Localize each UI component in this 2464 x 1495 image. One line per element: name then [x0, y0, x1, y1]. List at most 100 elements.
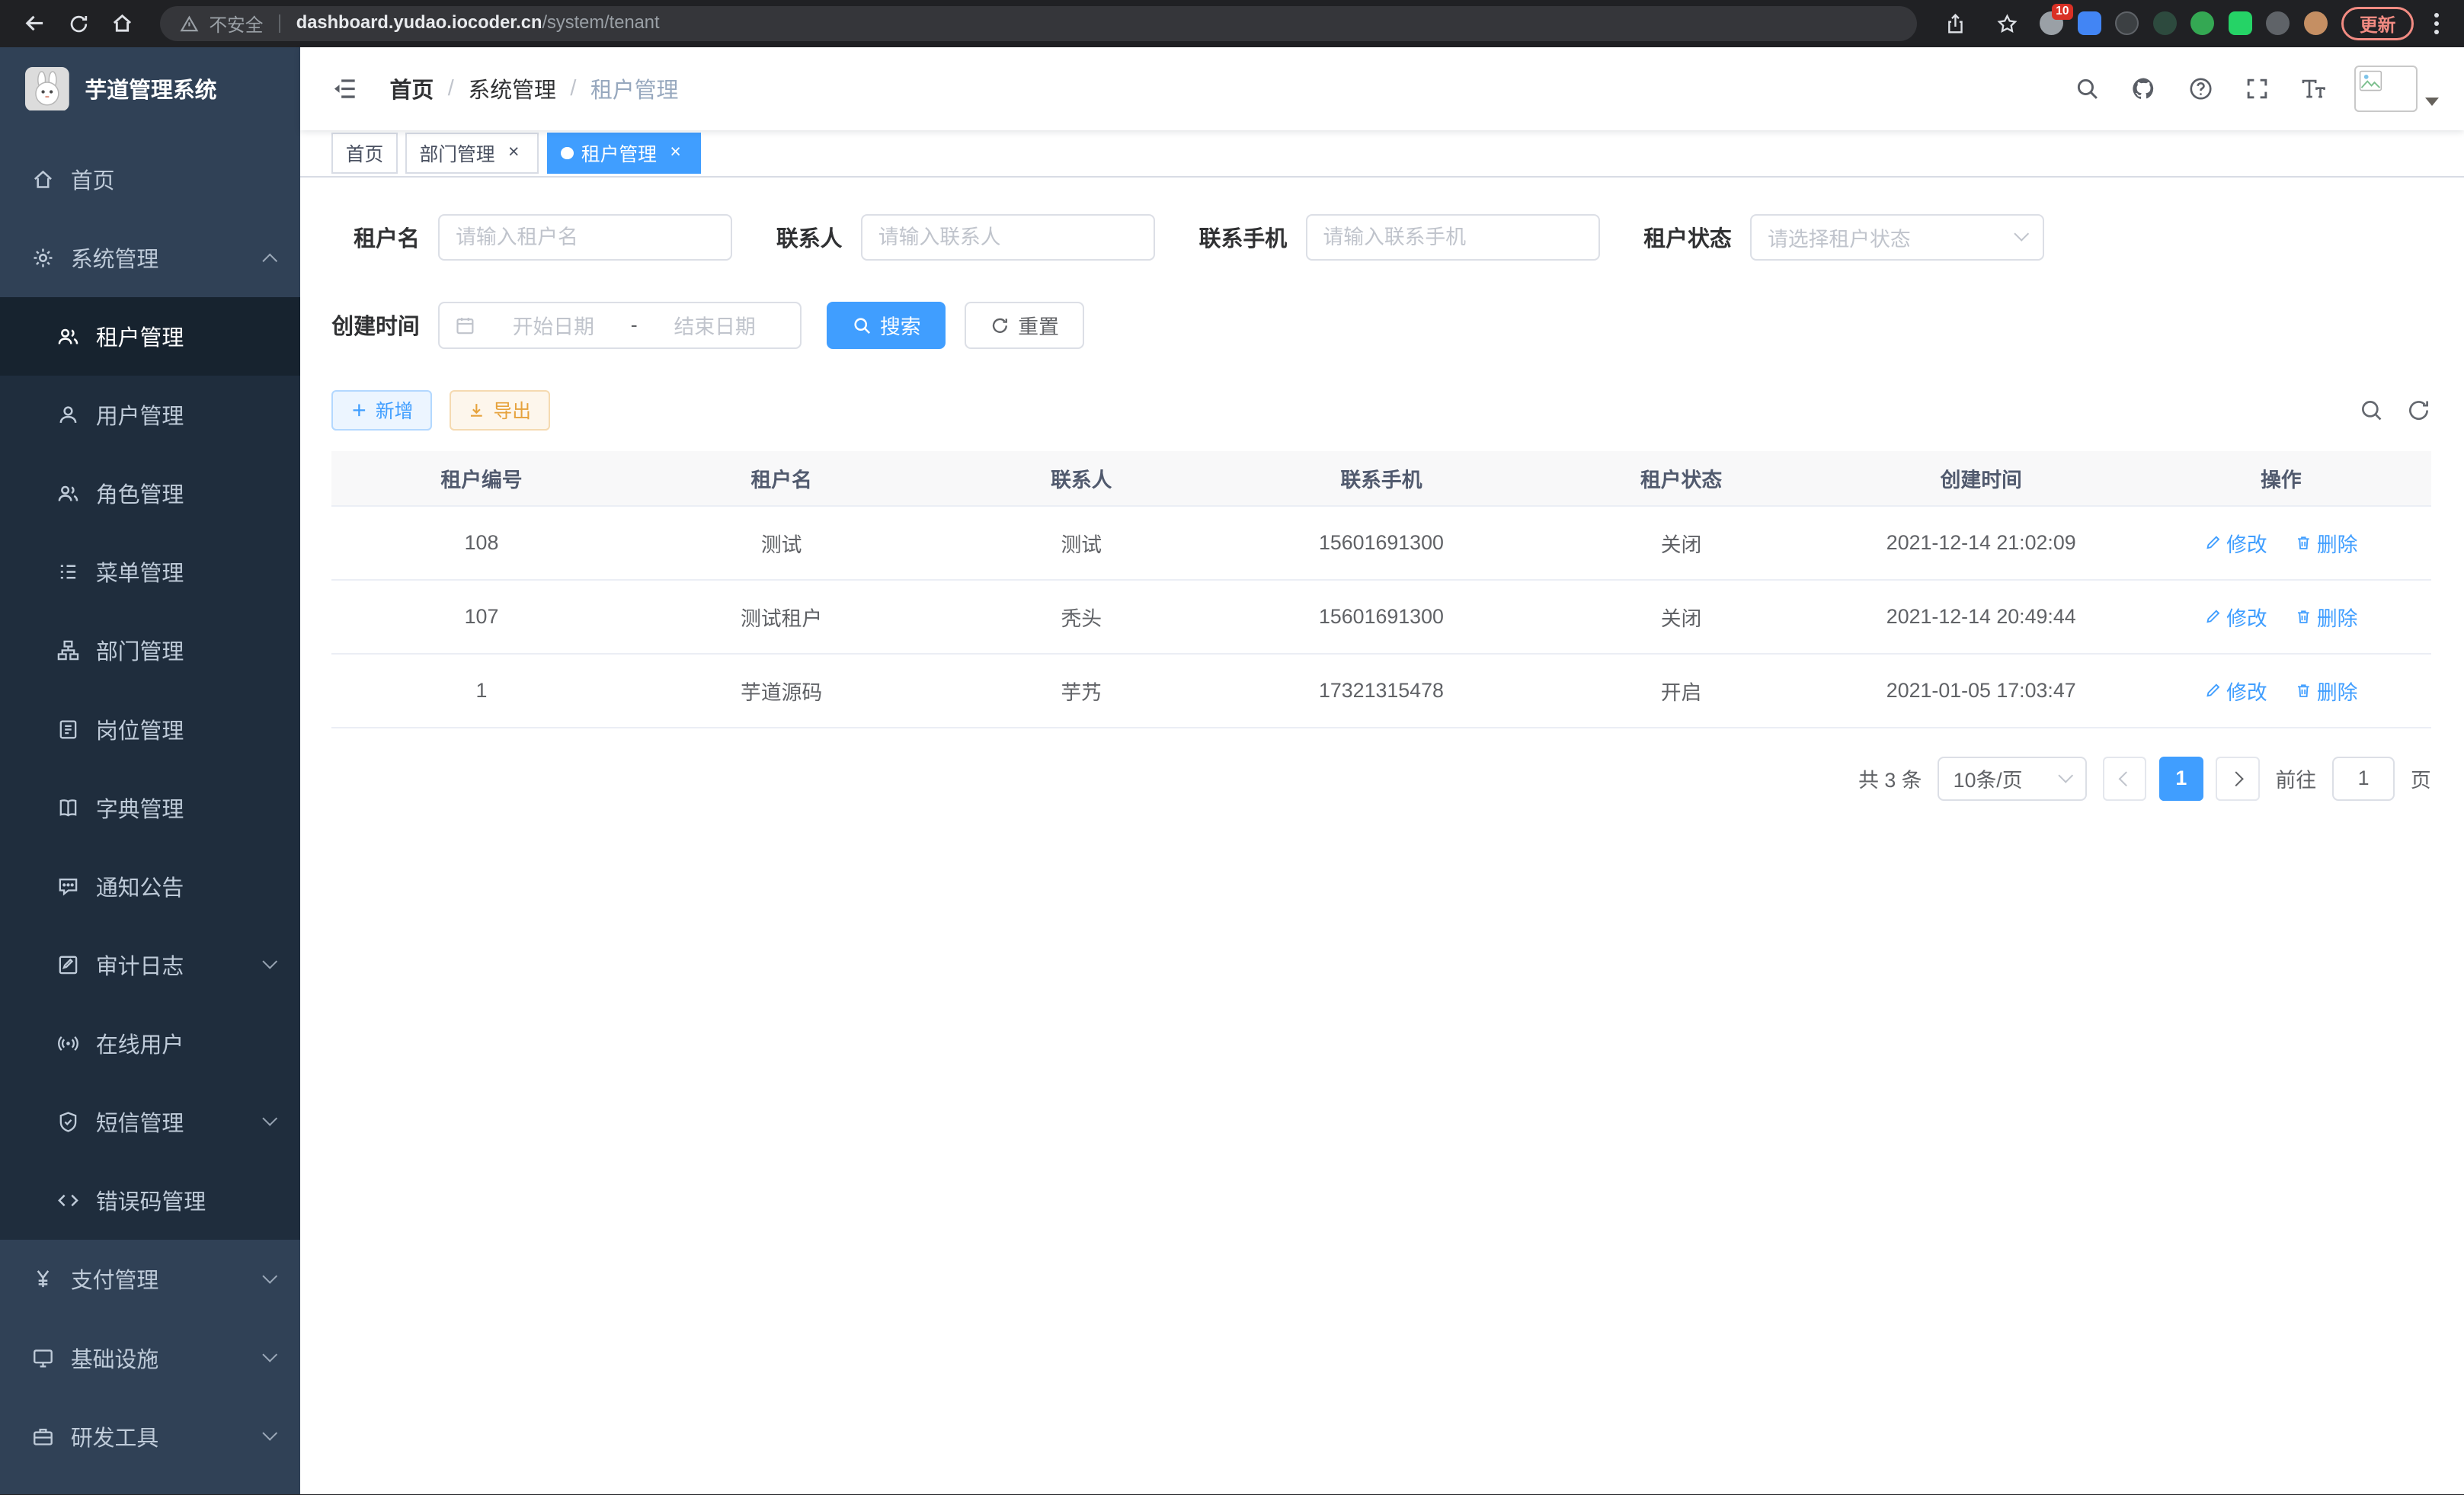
sidebar-item-dev-tools[interactable]: 研发工具: [0, 1397, 300, 1476]
chevron-down-icon: [262, 1426, 277, 1441]
sidebar-item-label: 租户管理: [96, 321, 184, 352]
extension-icon[interactable]: [2304, 11, 2328, 35]
tab-dept[interactable]: 部门管理 ×: [405, 133, 539, 174]
close-icon[interactable]: ×: [664, 142, 686, 165]
sidebar-item-menu[interactable]: 菜单管理: [0, 533, 300, 611]
edit-link[interactable]: 修改: [2204, 676, 2267, 706]
sidebar-item-home[interactable]: 首页: [0, 140, 300, 219]
app-logo[interactable]: 芋道管理系统: [0, 47, 300, 130]
date-range-picker[interactable]: 开始日期 - 结束日期: [438, 302, 801, 349]
reset-button[interactable]: 重置: [965, 302, 1084, 349]
home-icon[interactable]: [104, 5, 142, 43]
page-content: 租户名 联系人 联系手机 租户状态 请选择租户状态: [300, 178, 2464, 1494]
refresh-icon[interactable]: [59, 5, 98, 43]
sidebar-toggle-icon[interactable]: [325, 69, 365, 109]
address-bar[interactable]: 不安全 dashboard.yudao.iocoder.cn/system/te…: [160, 6, 1917, 40]
export-button[interactable]: 导出: [450, 390, 550, 431]
breadcrumb-home[interactable]: 首页: [390, 73, 434, 104]
security-label: 不安全: [209, 10, 263, 37]
next-page-button[interactable]: [2216, 757, 2260, 801]
org-tree-icon: [56, 639, 80, 662]
sidebar-item-infra[interactable]: 基础设施: [0, 1318, 300, 1397]
cell-contact: 秃头: [931, 580, 1231, 654]
sidebar-item-label: 角色管理: [96, 478, 184, 509]
edit-link[interactable]: 修改: [2204, 528, 2267, 558]
filter-status: 租户状态 请选择租户状态: [1643, 214, 2044, 261]
sidebar-item-tenant[interactable]: 租户管理: [0, 297, 300, 376]
page-unit-label: 页: [2411, 764, 2431, 793]
sidebar-item-dict[interactable]: 字典管理: [0, 769, 300, 847]
extension-icon[interactable]: [2266, 11, 2290, 35]
browser-menu-icon[interactable]: [2428, 13, 2446, 35]
goto-page-input[interactable]: [2332, 757, 2395, 801]
phone-label: 联系手机: [1199, 222, 1287, 253]
page-size-select[interactable]: 10条/页: [1938, 757, 2087, 801]
sidebar-item-label: 部门管理: [96, 635, 184, 666]
cell-tenant-id: 1: [331, 654, 632, 728]
share-icon[interactable]: [1936, 5, 1974, 43]
sidebar-item-error-code[interactable]: 错误码管理: [0, 1161, 300, 1240]
contact-input[interactable]: [861, 214, 1155, 261]
status-select[interactable]: 请选择租户状态: [1750, 214, 2044, 261]
logo-image: [25, 67, 69, 111]
reset-button-label: 重置: [1018, 310, 1059, 340]
sidebar-item-post[interactable]: 岗位管理: [0, 690, 300, 768]
sidebar-item-dept[interactable]: 部门管理: [0, 611, 300, 690]
range-separator: -: [631, 313, 638, 337]
sidebar-submenu-system: 租户管理 用户管理 角色管理: [0, 297, 300, 1240]
search-button[interactable]: 搜索: [827, 302, 946, 349]
user-avatar-menu[interactable]: [2354, 66, 2439, 113]
phone-input[interactable]: [1306, 214, 1600, 261]
tab-home[interactable]: 首页: [331, 133, 398, 174]
prev-page-button[interactable]: [2103, 757, 2147, 801]
app-title: 芋道管理系统: [85, 73, 216, 104]
cell-phone: 17321315478: [1231, 654, 1531, 728]
pencil-icon: [2204, 608, 2222, 626]
tenant-name-input[interactable]: [438, 214, 732, 261]
sidebar-item-user[interactable]: 用户管理: [0, 376, 300, 454]
bookmark-star-icon[interactable]: [1988, 5, 2026, 43]
extension-icon[interactable]: [2190, 11, 2214, 35]
delete-link[interactable]: 删除: [2295, 602, 2357, 632]
extension-icon[interactable]: [2115, 11, 2139, 35]
edit-label: 修改: [2226, 602, 2267, 632]
user-icon: [56, 403, 80, 427]
column-header: 操作: [2131, 451, 2431, 506]
code-icon: [56, 1189, 80, 1212]
github-icon[interactable]: [2119, 62, 2169, 115]
filter-phone: 联系手机: [1199, 214, 1600, 261]
tab-label: 部门管理: [420, 139, 495, 167]
help-icon[interactable]: [2175, 62, 2226, 115]
refresh-table-icon[interactable]: [2406, 398, 2431, 423]
trash-icon: [2295, 534, 2312, 552]
tab-tenant[interactable]: 租户管理 ×: [547, 133, 701, 174]
search-icon[interactable]: [2062, 62, 2113, 115]
toggle-search-icon[interactable]: [2359, 398, 2384, 423]
table-toolbar: 新增 导出: [331, 390, 2431, 431]
font-size-icon[interactable]: [2289, 62, 2339, 115]
message-icon: [56, 875, 80, 898]
add-button[interactable]: 新增: [331, 390, 432, 431]
sidebar-item-system[interactable]: 系统管理: [0, 219, 300, 297]
sidebar-item-notice[interactable]: 通知公告: [0, 847, 300, 926]
close-icon[interactable]: ×: [503, 142, 525, 165]
sidebar-item-online-user[interactable]: 在线用户: [0, 1004, 300, 1083]
fullscreen-icon[interactable]: [2232, 62, 2282, 115]
sidebar-item-role[interactable]: 角色管理: [0, 454, 300, 533]
delete-link[interactable]: 删除: [2295, 676, 2357, 706]
cell-contact: 芋艿: [931, 654, 1231, 728]
sidebar-item-sms[interactable]: 短信管理: [0, 1083, 300, 1161]
sidebar-item-payment[interactable]: 支付管理: [0, 1240, 300, 1318]
extension-icon[interactable]: [2153, 11, 2177, 35]
sidebar-item-audit-log[interactable]: 审计日志: [0, 926, 300, 1004]
extension-icon[interactable]: [2229, 11, 2252, 35]
extension-icon[interactable]: [2078, 11, 2101, 35]
sidebar-item-label: 菜单管理: [96, 556, 184, 587]
delete-link[interactable]: 删除: [2295, 528, 2357, 558]
back-icon[interactable]: [16, 5, 54, 43]
edit-link[interactable]: 修改: [2204, 602, 2267, 632]
extension-icon[interactable]: 10: [2040, 11, 2063, 35]
browser-update-button[interactable]: 更新: [2341, 7, 2414, 40]
page-number-button[interactable]: 1: [2159, 757, 2203, 801]
breadcrumb-system[interactable]: 系统管理: [468, 73, 555, 104]
